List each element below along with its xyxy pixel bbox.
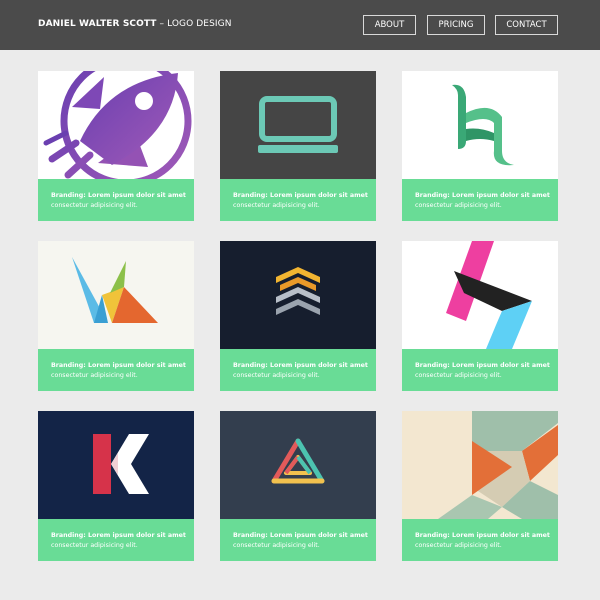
nav-contact-button[interactable]: CONTACT — [495, 15, 558, 35]
card-thumbnail[interactable] — [402, 411, 558, 519]
card-thumbnail[interactable] — [38, 241, 194, 349]
card-description: consectetur adipisicing elit. — [415, 202, 502, 209]
brand-title[interactable]: DANIEL WALTER SCOTT – LOGO DESIGN — [38, 19, 232, 29]
nav-pricing-button[interactable]: PRICING — [427, 15, 485, 35]
portfolio-card[interactable]: Branding: Lorem ipsum dolor sit amet con… — [38, 411, 194, 561]
letter-k-logo — [93, 434, 149, 494]
card-description: consectetur adipisicing elit. — [51, 372, 138, 379]
stacked-chevrons-logo — [276, 267, 320, 315]
card-caption: Branding: Lorem ipsum dolor sit amet con… — [38, 179, 194, 221]
portfolio-card[interactable]: Branding: Lorem ipsum dolor sit amet con… — [402, 411, 558, 561]
card-caption: Branding: Lorem ipsum dolor sit amet con… — [220, 179, 376, 221]
card-caption: Branding: Lorem ipsum dolor sit amet con… — [220, 519, 376, 561]
card-thumbnail[interactable] — [220, 71, 376, 179]
card-thumbnail[interactable] — [402, 71, 558, 179]
card-caption: Branding: Lorem ipsum dolor sit amet con… — [402, 519, 558, 561]
card-title[interactable]: Branding: Lorem ipsum dolor sit amet — [233, 191, 376, 201]
card-description: consectetur adipisicing elit. — [415, 542, 502, 549]
card-title[interactable]: Branding: Lorem ipsum dolor sit amet — [415, 531, 558, 541]
portfolio-card[interactable]: Branding: Lorem ipsum dolor sit amet con… — [220, 411, 376, 561]
portfolio-card[interactable]: Branding: Lorem ipsum dolor sit amet con… — [402, 241, 558, 391]
card-thumbnail[interactable] — [402, 241, 558, 349]
card-caption: Branding: Lorem ipsum dolor sit amet con… — [38, 519, 194, 561]
card-caption: Branding: Lorem ipsum dolor sit amet con… — [220, 349, 376, 391]
card-title[interactable]: Branding: Lorem ipsum dolor sit amet — [51, 361, 194, 371]
rocket-logo — [43, 71, 192, 179]
card-description: consectetur adipisicing elit. — [233, 372, 320, 379]
card-description: consectetur adipisicing elit. — [51, 202, 138, 209]
card-title[interactable]: Branding: Lorem ipsum dolor sit amet — [415, 191, 558, 201]
card-description: consectetur adipisicing elit. — [233, 542, 320, 549]
card-thumbnail[interactable] — [220, 241, 376, 349]
card-caption: Branding: Lorem ipsum dolor sit amet con… — [402, 349, 558, 391]
triangle-knot-logo — [271, 438, 325, 484]
portfolio-card[interactable]: Branding: Lorem ipsum dolor sit amet con… — [220, 241, 376, 391]
portfolio-card[interactable]: Branding: Lorem ipsum dolor sit amet con… — [402, 71, 558, 221]
card-description: consectetur adipisicing elit. — [51, 542, 138, 549]
card-description: consectetur adipisicing elit. — [415, 372, 502, 379]
portfolio-card[interactable]: Branding: Lorem ipsum dolor sit amet con… — [38, 71, 194, 221]
laptop-logo — [258, 96, 338, 153]
header-bar: DANIEL WALTER SCOTT – LOGO DESIGN ABOUT … — [0, 0, 600, 50]
card-title[interactable]: Branding: Lorem ipsum dolor sit amet — [233, 531, 376, 541]
card-caption: Branding: Lorem ipsum dolor sit amet con… — [38, 349, 194, 391]
ribbon-letter-logo — [452, 84, 514, 166]
card-thumbnail[interactable] — [38, 411, 194, 519]
card-title[interactable]: Branding: Lorem ipsum dolor sit amet — [415, 361, 558, 371]
card-caption: Branding: Lorem ipsum dolor sit amet con… — [402, 179, 558, 221]
portfolio-card[interactable]: Branding: Lorem ipsum dolor sit amet con… — [38, 241, 194, 391]
nav-about-button[interactable]: ABOUT — [363, 15, 416, 35]
brand-subtitle: – LOGO DESIGN — [156, 19, 232, 29]
card-title[interactable]: Branding: Lorem ipsum dolor sit amet — [51, 531, 194, 541]
portfolio-card[interactable]: Branding: Lorem ipsum dolor sit amet con… — [220, 71, 376, 221]
card-thumbnail[interactable] — [220, 411, 376, 519]
brand-name: DANIEL WALTER SCOTT — [38, 19, 157, 29]
card-title[interactable]: Branding: Lorem ipsum dolor sit amet — [233, 361, 376, 371]
folded-letter-a-logo — [446, 241, 532, 349]
ribbon-pattern-logo — [438, 411, 558, 519]
card-description: consectetur adipisicing elit. — [233, 202, 320, 209]
card-thumbnail[interactable] — [38, 71, 194, 179]
card-title[interactable]: Branding: Lorem ipsum dolor sit amet — [51, 191, 194, 201]
origami-bird-logo — [72, 257, 158, 323]
